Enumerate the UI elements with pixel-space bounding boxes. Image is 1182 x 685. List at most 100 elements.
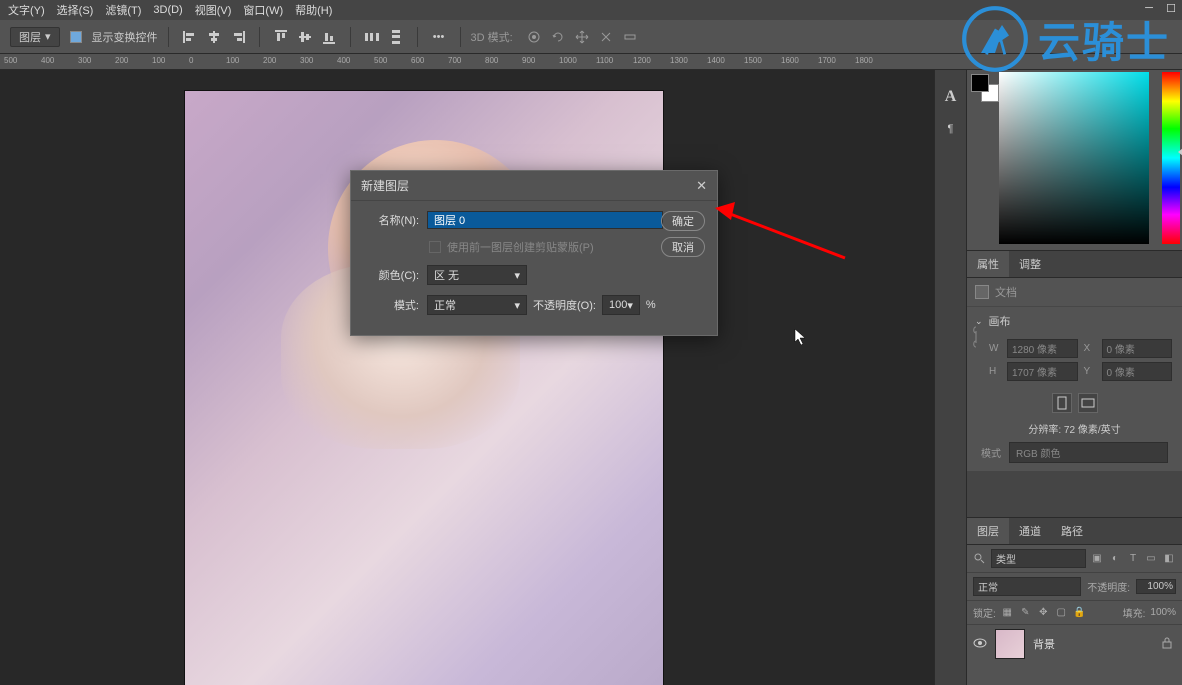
maximize-icon[interactable]: ☐	[1164, 2, 1178, 16]
ruler-tick: 600	[411, 56, 424, 65]
h-value[interactable]: 1707 像素	[1007, 362, 1078, 381]
layer-item[interactable]: 背景	[967, 625, 1182, 663]
color-select[interactable]: 区 无 ▾	[427, 265, 527, 285]
align-top-icon[interactable]	[270, 26, 292, 48]
ruler-horizontal: 500 400 300 200 100 0 100 200 300 400 50…	[0, 54, 1182, 70]
paragraph-panel-icon[interactable]: ¶	[942, 120, 960, 138]
fg-color-swatch[interactable]	[971, 74, 989, 92]
clip-mask-checkbox	[429, 241, 441, 253]
ruler-tick: 1600	[781, 56, 799, 65]
align-center-h-icon[interactable]	[203, 26, 225, 48]
lock-all-icon[interactable]: 🔒	[1073, 606, 1086, 619]
pan-icon[interactable]	[571, 26, 593, 48]
close-icon[interactable]: ✕	[696, 178, 707, 194]
slide-icon[interactable]	[595, 26, 617, 48]
color-select-value: 区 无	[434, 267, 459, 283]
menu-view[interactable]: 视图(V)	[195, 2, 232, 18]
tab-properties[interactable]: 属性	[967, 251, 1009, 277]
ruler-tick: 1100	[596, 56, 613, 65]
tab-adjustments[interactable]: 调整	[1009, 251, 1051, 277]
ruler-tick: 900	[522, 56, 535, 65]
opacity-suffix: %	[646, 299, 656, 311]
ruler-tick: 800	[485, 56, 498, 65]
search-icon	[973, 552, 987, 566]
filter-text-icon[interactable]: T	[1126, 552, 1140, 566]
transform-checkbox-label: 显示变换控件	[92, 29, 158, 45]
chevron-down-icon: ▾	[514, 269, 520, 282]
separator	[259, 27, 260, 47]
document-icon	[975, 285, 989, 299]
new-layer-dialog: 新建图层 ✕ 确定 取消 名称(N): 使用前一图层创建剪贴蒙版(P) 颜色(C…	[350, 170, 718, 336]
ok-button[interactable]: 确定	[661, 211, 705, 231]
mode-select[interactable]: RGB 颜色	[1009, 442, 1168, 463]
blend-mode-select[interactable]: 正常 ▾	[427, 295, 527, 315]
scale-icon[interactable]	[619, 26, 641, 48]
w-value[interactable]: 1280 像素	[1007, 339, 1078, 358]
tab-paths[interactable]: 路径	[1051, 518, 1093, 544]
panel-filler	[967, 471, 1182, 517]
hue-strip[interactable]	[1162, 72, 1180, 244]
canvas-section-head[interactable]: ⌄ 画布	[967, 307, 1182, 335]
x-label: X	[1084, 343, 1096, 354]
link-icon[interactable]	[971, 325, 981, 352]
filter-adjust-icon[interactable]: ◐	[1108, 552, 1122, 566]
text-panel-icon[interactable]: A	[942, 88, 960, 106]
filter-shape-icon[interactable]: ▭	[1144, 552, 1158, 566]
menu-3d[interactable]: 3D(D)	[153, 4, 182, 16]
portrait-button[interactable]	[1052, 393, 1072, 413]
lock-pixels-icon[interactable]: ▦	[1001, 606, 1014, 619]
w-label: W	[989, 343, 1001, 354]
menu-text[interactable]: 文字(Y)	[8, 2, 45, 18]
align-center-v-icon[interactable]	[294, 26, 316, 48]
lock-brush-icon[interactable]: ✎	[1019, 606, 1032, 619]
fg-bg-swatch[interactable]	[971, 74, 999, 102]
separator	[460, 27, 461, 47]
orbit-icon[interactable]	[523, 26, 545, 48]
blend-mode-select[interactable]: 正常	[973, 577, 1081, 596]
menu-window[interactable]: 窗口(W)	[243, 2, 283, 18]
name-input[interactable]	[427, 211, 663, 229]
color-field[interactable]	[999, 72, 1149, 244]
tab-layers[interactable]: 图层	[967, 518, 1009, 544]
menu-filter[interactable]: 滤镜(T)	[105, 2, 141, 18]
rotate-icon[interactable]	[547, 26, 569, 48]
landscape-button[interactable]	[1078, 393, 1098, 413]
canvas-area[interactable]	[0, 70, 934, 685]
fill-value[interactable]: 100%	[1150, 607, 1176, 618]
lock-artboard-icon[interactable]: ▢	[1055, 606, 1068, 619]
opacity-value: 100	[609, 299, 627, 311]
align-right-icon[interactable]	[227, 26, 249, 48]
menubar: 文字(Y) 选择(S) 滤镜(T) 3D(D) 视图(V) 窗口(W) 帮助(H…	[0, 0, 1182, 20]
orientation-buttons	[967, 393, 1182, 413]
dialog-titlebar[interactable]: 新建图层 ✕	[351, 171, 717, 201]
layer-dropdown-label: 图层	[19, 29, 41, 45]
doc-label: 文档	[995, 284, 1017, 300]
filter-smart-icon[interactable]: ◧	[1162, 552, 1176, 566]
minimize-icon[interactable]: ─	[1142, 2, 1156, 16]
menu-select[interactable]: 选择(S)	[57, 2, 94, 18]
dialog-title-text: 新建图层	[361, 177, 409, 194]
menu-help[interactable]: 帮助(H)	[295, 2, 332, 18]
transform-checkbox[interactable]	[70, 31, 82, 43]
threed-group	[523, 26, 641, 48]
resolution-row: 分辨率: 72 像素/英寸	[967, 421, 1182, 436]
more-icon[interactable]: •••	[428, 26, 450, 48]
layer-dropdown[interactable]: 图层 ▾	[10, 27, 60, 47]
layer-filter-type[interactable]: 类型	[991, 549, 1086, 568]
ruler-tick: 400	[337, 56, 350, 65]
x-value[interactable]: 0 像素	[1102, 339, 1173, 358]
tab-channels[interactable]: 通道	[1009, 518, 1051, 544]
chevron-down-icon: ▾	[514, 299, 520, 312]
visibility-icon[interactable]	[973, 638, 987, 651]
opacity-select[interactable]: 100 ▾	[602, 295, 640, 315]
distribute-h-icon[interactable]	[361, 26, 383, 48]
align-bottom-icon[interactable]	[318, 26, 340, 48]
cancel-button[interactable]: 取消	[661, 237, 705, 257]
align-left-icon[interactable]	[179, 26, 201, 48]
filter-image-icon[interactable]: ▣	[1090, 552, 1104, 566]
lock-position-icon[interactable]: ✥	[1037, 606, 1050, 619]
y-value[interactable]: 0 像素	[1102, 362, 1173, 381]
color-panel	[967, 70, 1182, 250]
distribute-v-icon[interactable]	[385, 26, 407, 48]
opacity-value[interactable]: 100%	[1136, 579, 1176, 594]
